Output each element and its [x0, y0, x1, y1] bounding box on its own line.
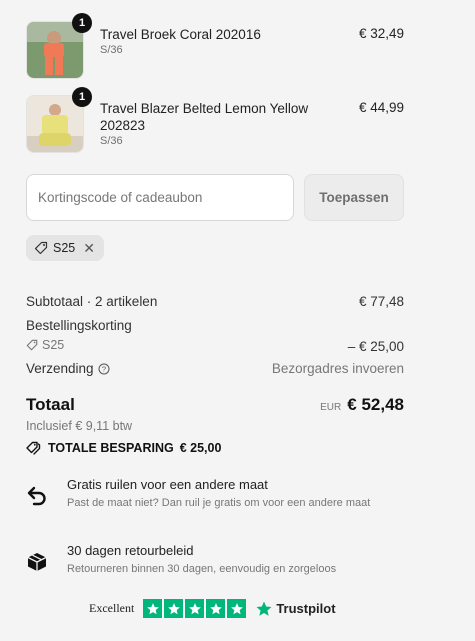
star-icon [143, 599, 163, 618]
exchange-icon [27, 486, 46, 506]
order-discount-label: Bestellingskorting [26, 318, 132, 333]
product-thumbnail[interactable]: 1 [26, 13, 92, 79]
star-icon [206, 599, 226, 618]
trustpilot-widget[interactable]: Excellent Trustpilot [89, 599, 336, 618]
product-price: € 32,49 [358, 26, 404, 41]
remove-discount-icon[interactable]: ✕ [83, 241, 95, 255]
discount-detail-row: S25 – € 25,00 [26, 338, 404, 354]
quantity-badge: 1 [72, 13, 92, 33]
perk-title: Gratis ruilen voor een andere maat [67, 477, 268, 492]
total-value: € 52,48 [347, 395, 404, 414]
shipping-value: Bezorgadres invoeren [271, 361, 404, 376]
savings-label: TOTALE BESPARING [48, 441, 174, 455]
discount-value: – € 25,00 [347, 339, 404, 354]
svg-text:?: ? [101, 364, 105, 373]
tax-note: Inclusief € 9,11 btw [26, 419, 133, 433]
star-icon [185, 599, 205, 618]
discount-code-input[interactable] [26, 174, 294, 221]
quantity-badge: 1 [72, 87, 92, 107]
box-icon [27, 553, 47, 571]
tag-icon [26, 339, 38, 351]
cart-item: 1 Travel Blazer Belted Lemon Yellow 2028… [26, 87, 406, 153]
perk-description: Past de maat niet? Dan ruil je gratis om… [67, 497, 371, 509]
perk-description: Retourneren binnen 30 dagen, eenvoudig e… [67, 563, 337, 575]
product-title[interactable]: Travel Broek Coral 202016 [100, 26, 336, 43]
perk-return-policy: 30 dagen retourbeleid Retourneren binnen… [26, 543, 406, 583]
star-rating [143, 599, 247, 618]
double-tag-icon [26, 441, 41, 455]
shipping-row: Verzending ? Bezorgadres invoeren [26, 361, 404, 376]
trustpilot-brand-text: Trustpilot [276, 601, 336, 616]
discount-code-info: S25 [26, 338, 64, 352]
product-variant: S/36 [100, 135, 123, 147]
discount-code-text: S25 [42, 338, 65, 352]
total-row: Totaal EUR € 52,48 [26, 395, 404, 415]
shipping-label: Verzending [26, 361, 94, 376]
perk-free-exchange: Gratis ruilen voor een andere maat Past … [26, 477, 406, 527]
star-icon [227, 599, 247, 618]
total-amount-group: EUR € 52,48 [320, 395, 404, 415]
savings-value: € 25,00 [179, 441, 222, 455]
cart-item: 1 Travel Broek Coral 202016 S/36 € 32,49 [26, 13, 406, 79]
product-name: Travel Blazer Belted Lemon Yellow 202823… [100, 100, 336, 149]
star-icon [164, 599, 184, 618]
total-savings: TOTALE BESPARING € 25,00 [26, 441, 221, 455]
trustpilot-brand: Trustpilot [255, 600, 336, 618]
product-name: Travel Broek Coral 202016 S/36 [100, 26, 336, 58]
product-thumbnail[interactable]: 1 [26, 87, 92, 153]
shipping-label-group: Verzending ? [26, 361, 110, 376]
subtotal-row: Subtotaal · 2 artikelen € 77,48 [26, 294, 404, 309]
apply-discount-button[interactable]: Toepassen [304, 174, 404, 221]
applied-discount-chip: S25 ✕ [26, 235, 104, 261]
currency-code: EUR [320, 402, 342, 413]
product-variant: S/36 [100, 44, 123, 56]
product-price: € 44,99 [358, 100, 404, 115]
order-discount-row: Bestellingskorting [26, 318, 404, 333]
trustpilot-star-icon [256, 601, 272, 616]
tag-icon [34, 241, 48, 255]
product-title[interactable]: Travel Blazer Belted Lemon Yellow 202823 [100, 100, 336, 134]
total-label: Totaal [26, 395, 75, 414]
subtotal-label: Subtotaal · 2 artikelen [26, 294, 158, 309]
perk-title: 30 dagen retourbeleid [67, 543, 194, 558]
applied-code-label: S25 [53, 241, 76, 255]
help-icon[interactable]: ? [98, 363, 110, 375]
rating-text: Excellent [89, 601, 135, 615]
subtotal-value: € 77,48 [358, 294, 404, 309]
